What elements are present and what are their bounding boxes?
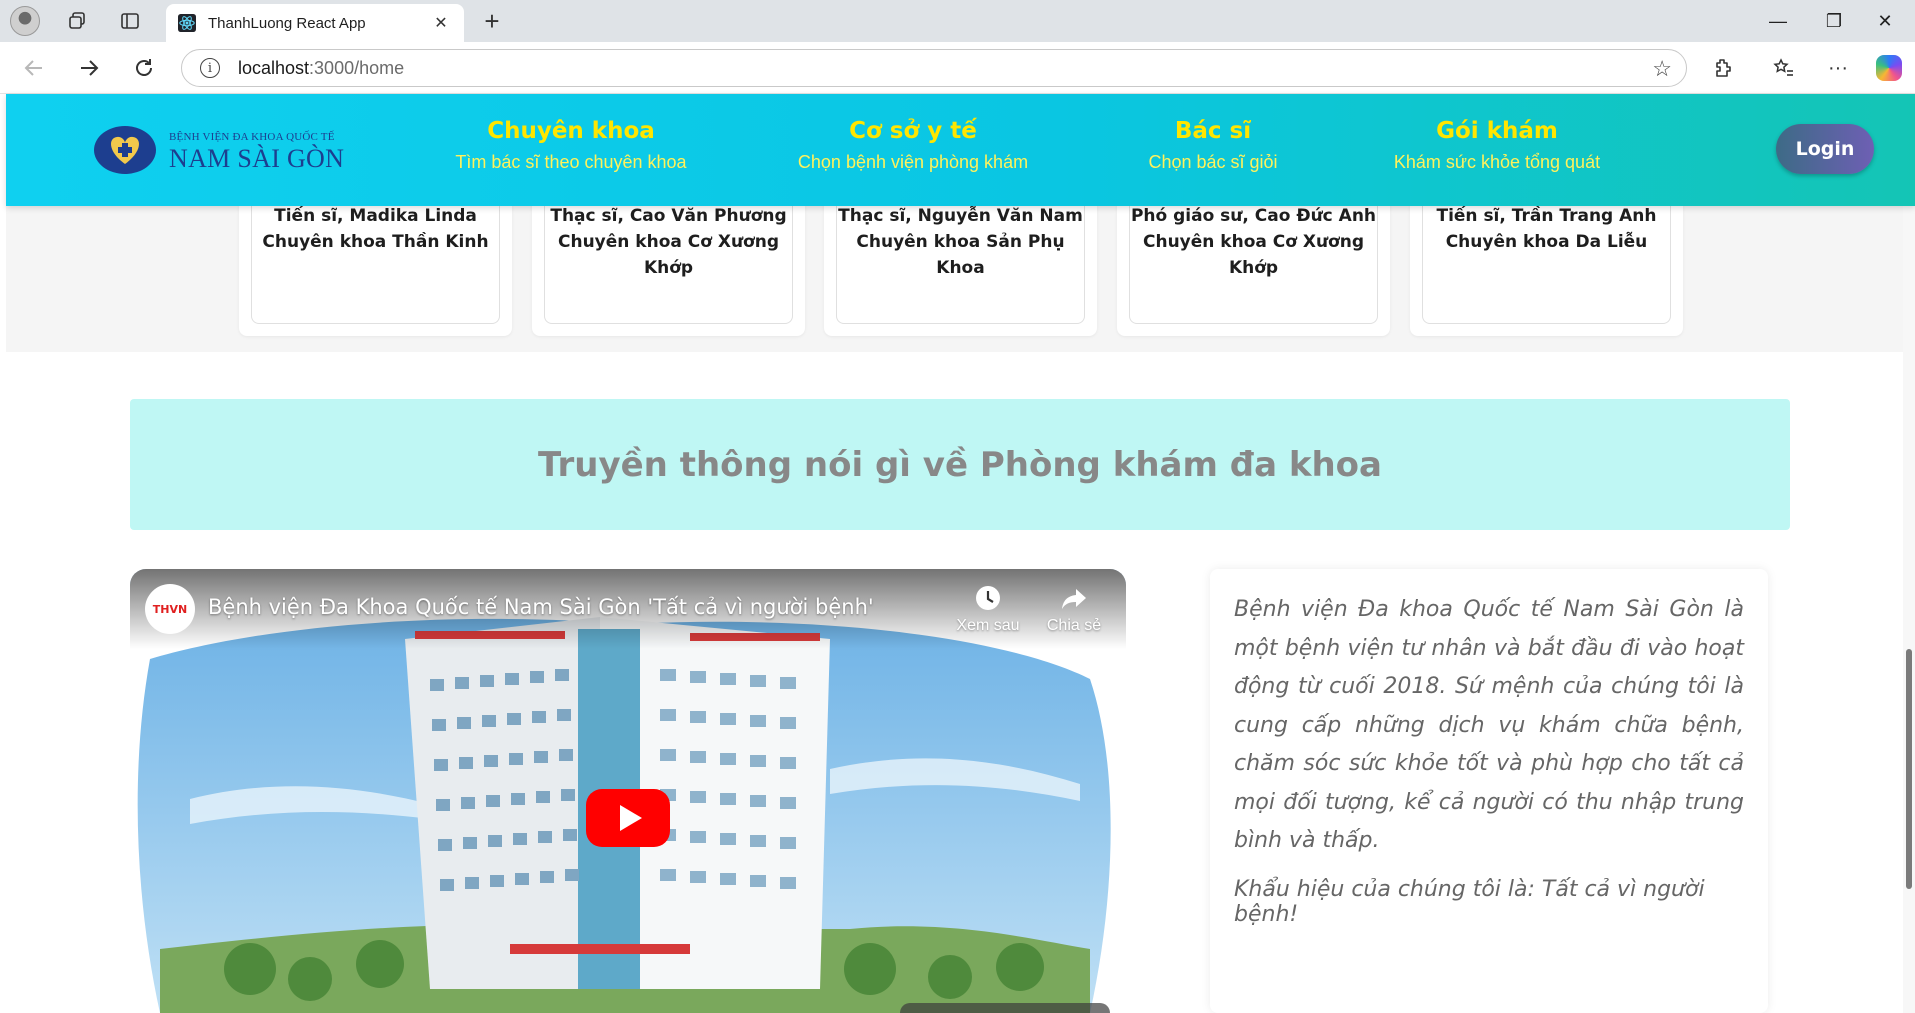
watch-later-label: Xem sau <box>956 617 1020 634</box>
nav-subtitle: Chọn bác sĩ giỏi <box>1148 152 1278 172</box>
doctor-specialty: Chuyên khoa Cơ Xương Khớp <box>557 232 780 278</box>
doctor-name: Thạc sĩ, Cao Văn Phương <box>550 206 787 226</box>
favorites-icon[interactable] <box>1766 51 1802 85</box>
profile-avatar[interactable] <box>10 6 40 36</box>
clock-icon <box>948 583 1028 617</box>
copilot-icon[interactable] <box>1876 55 1902 81</box>
video-title[interactable]: Bệnh viện Đa Khoa Quốc tế Nam Sài Gòn 'T… <box>208 595 874 619</box>
favorite-star-icon[interactable]: ☆ <box>1652 56 1672 82</box>
media-title: Truyền thông nói gì về Phòng khám đa kho… <box>538 444 1382 485</box>
minimize-button[interactable]: — <box>1748 0 1808 42</box>
login-button[interactable]: Login <box>1776 124 1874 174</box>
doctor-specialty: Chuyên khoa Da Liễu <box>1445 232 1648 252</box>
nav-title: Bác sĩ <box>1174 118 1252 144</box>
tab-close-icon[interactable]: ✕ <box>430 13 452 33</box>
doctor-specialty: Chuyên khoa Cơ Xương Khớp <box>1142 232 1365 278</box>
restore-button[interactable]: ❐ <box>1804 0 1864 42</box>
hospital-description: Bệnh viện Đa khoa Quốc tế Nam Sài Gòn là… <box>1234 597 1744 853</box>
doctor-specialty: Chuyên khoa Sản Phụ Khoa <box>856 232 1065 278</box>
doctor-card[interactable]: Tiến sĩ, Madika Linda Chuyên khoa Thần K… <box>239 196 512 336</box>
share-arrow-icon <box>1034 583 1114 617</box>
url-host: localhost <box>238 57 310 78</box>
extensions-icon[interactable] <box>1705 51 1741 85</box>
nav-subtitle: Khám sức khỏe tổng quát <box>1393 152 1601 172</box>
nav-subtitle: Chọn bệnh viện phòng khám <box>797 152 1029 172</box>
watch-later-button[interactable]: Xem sau <box>948 583 1028 635</box>
react-icon <box>178 14 196 32</box>
collections-icon[interactable] <box>60 6 94 36</box>
doctor-card[interactable]: Tiến sĩ, Trần Trang Anh Chuyên khoa Da L… <box>1410 196 1683 336</box>
close-window-button[interactable]: ✕ <box>1860 0 1910 42</box>
doctor-section: Tiến sĩ, Madika Linda Chuyên khoa Thần K… <box>6 196 1915 352</box>
browser-tab-bar: ThanhLuong React App ✕ + — ❐ ✕ <box>0 0 1915 42</box>
doctor-name: Tiến sĩ, Madika Linda <box>274 206 477 226</box>
doctor-name: Phó giáo sư, Cao Đức Anh <box>1130 206 1377 226</box>
address-toolbar: i localhost:3000/home ☆ ··· <box>0 42 1915 94</box>
tab-title: ThanhLuong React App <box>208 14 366 32</box>
nav-subtitle: Tìm bác sĩ theo chuyên khoa <box>455 152 687 172</box>
channel-logo[interactable]: THVN <box>145 584 195 634</box>
youtube-video-embed[interactable]: THVN Bệnh viện Đa Khoa Quốc tế Nam Sài G… <box>130 569 1126 1013</box>
page-scrollbar[interactable] <box>1903 94 1915 1013</box>
doctor-card-body: Thạc sĩ, Cao Văn Phương Chuyên khoa Cơ X… <box>544 196 793 324</box>
play-icon <box>619 805 642 831</box>
nav-title: Cơ sở y tế <box>849 118 977 144</box>
scrollbar-thumb[interactable] <box>1906 649 1912 889</box>
nav-title: Gói khám <box>1436 118 1558 144</box>
doctor-card-body: Phó giáo sư, Cao Đức Anh Chuyên khoa Cơ … <box>1129 196 1378 324</box>
doctor-card[interactable]: Phó giáo sư, Cao Đức Anh Chuyên khoa Cơ … <box>1117 196 1390 336</box>
tab-active[interactable]: ThanhLuong React App ✕ <box>166 4 464 42</box>
doctor-card-body: Tiến sĩ, Trần Trang Anh Chuyên khoa Da L… <box>1422 196 1671 324</box>
logo-heart-icon <box>94 126 156 174</box>
video-bottom-control[interactable] <box>900 1003 1110 1013</box>
doctor-card[interactable]: Thạc sĩ, Nguyễn Văn Nam Chuyên khoa Sản … <box>824 196 1097 336</box>
doctor-specialty: Chuyên khoa Thần Kinh <box>262 232 489 252</box>
nav-item-co-so-y-te[interactable]: Cơ sở y tế Chọn bệnh viện phòng khám <box>788 118 1038 173</box>
url-input[interactable]: i localhost:3000/home ☆ <box>181 49 1687 87</box>
refresh-icon[interactable] <box>126 51 162 85</box>
hospital-slogan: Khẩu hiệu của chúng tôi là: Tất cả vì ng… <box>1234 876 1705 927</box>
more-options-icon[interactable]: ··· <box>1820 51 1856 85</box>
nav-title: Chuyên khoa <box>487 118 655 144</box>
play-button[interactable] <box>586 789 670 847</box>
forward-arrow-icon[interactable] <box>71 51 107 85</box>
back-arrow-icon[interactable] <box>16 51 52 85</box>
logo-subtitle: BỆNH VIỆN ĐA KHOA QUỐC TẾ <box>169 131 335 143</box>
share-label: Chia sẻ <box>1046 617 1102 634</box>
doctor-name: Thạc sĩ, Nguyễn Văn Nam <box>838 206 1083 226</box>
nav-item-goi-kham[interactable]: Gói khám Khám sức khỏe tổng quát <box>1379 118 1615 173</box>
media-title-banner: Truyền thông nói gì về Phòng khám đa kho… <box>130 399 1790 530</box>
doctor-card-body: Thạc sĩ, Nguyễn Văn Nam Chuyên khoa Sản … <box>836 196 1085 324</box>
hospital-logo[interactable]: BỆNH VIỆN ĐA KHOA QUỐC TẾ NAM SÀI GÒN <box>94 124 354 176</box>
new-tab-button[interactable]: + <box>476 6 508 36</box>
media-section: Truyền thông nói gì về Phòng khám đa kho… <box>6 352 1915 1013</box>
site-header: BỆNH VIỆN ĐA KHOA QUỐC TẾ NAM SÀI GÒN Ch… <box>6 94 1915 206</box>
url-path: :3000/home <box>309 57 405 78</box>
tab-actions-icon[interactable] <box>113 6 147 36</box>
doctor-name: Tiến sĩ, Trần Trang Anh <box>1436 206 1657 226</box>
site-info-icon[interactable]: i <box>200 58 220 78</box>
share-button[interactable]: Chia sẻ <box>1034 583 1114 635</box>
description-card: Bệnh viện Đa khoa Quốc tế Nam Sài Gòn là… <box>1210 569 1768 1013</box>
nav-item-chuyen-khoa[interactable]: Chuyên khoa Tìm bác sĩ theo chuyên khoa <box>446 118 696 173</box>
doctor-card[interactable]: Thạc sĩ, Cao Văn Phương Chuyên khoa Cơ X… <box>532 196 805 336</box>
logo-title: NAM SÀI GÒN <box>169 144 345 173</box>
nav-item-bac-si[interactable]: Bác sĩ Chọn bác sĩ giỏi <box>1113 118 1313 173</box>
doctor-card-body: Tiến sĩ, Madika Linda Chuyên khoa Thần K… <box>251 196 500 324</box>
